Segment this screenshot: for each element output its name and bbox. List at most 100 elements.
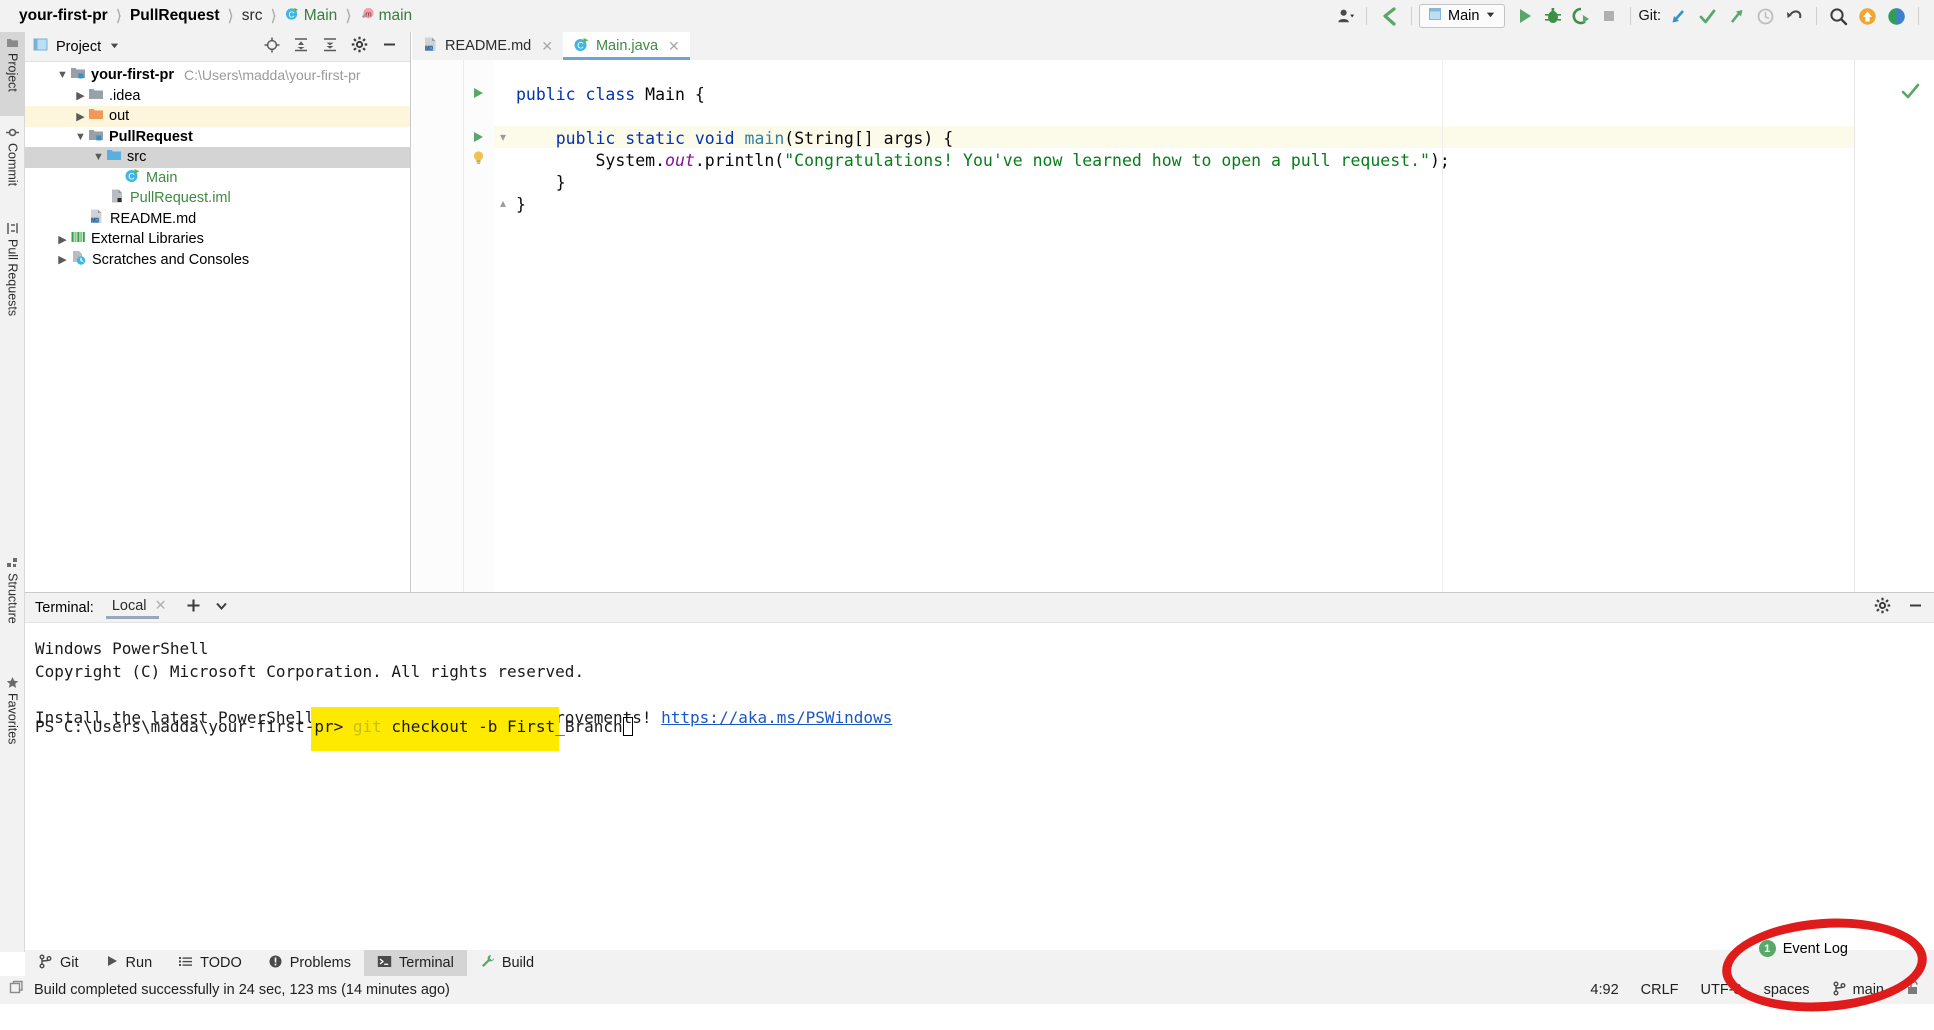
chevron-down-icon[interactable]: ▼ [91,151,106,163]
close-icon[interactable]: ✕ [668,38,680,55]
chevron-down-icon[interactable]: ▼ [55,69,70,81]
tab-label: Main.java [595,38,659,54]
chevron-right-icon[interactable]: ▶ [55,253,70,266]
code-editor[interactable]: 1 2 3 4 5 6 7 ▾ ▴ public class Main { pu… [412,60,1934,592]
terminal-output[interactable]: Windows PowerShell Copyright (C) Microso… [25,623,1934,751]
hide-icon[interactable] [381,36,398,57]
tool-button-terminal[interactable]: Terminal [364,950,467,976]
run-icon[interactable] [468,86,488,104]
git-commit-icon[interactable] [1693,3,1722,29]
git-push-icon[interactable] [1722,3,1751,29]
breadcrumb-class-label: Main [303,7,338,25]
breadcrumb-item-method[interactable]: m main [355,6,418,26]
project-tool-window: Project ▼ your-first-pr C:\Users\madda\y… [25,32,411,592]
user-account-icon[interactable] [1332,3,1359,29]
git-branch-widget[interactable]: main [1832,981,1884,1000]
event-log-button[interactable]: 1 Event Log [1758,940,1848,957]
chevron-down-icon[interactable] [109,38,120,55]
search-everywhere-icon[interactable] [1824,3,1853,29]
tree-item-scratches[interactable]: ▶ Scratches and Consoles [25,250,410,271]
project-icon [6,36,20,49]
run-icon[interactable] [468,130,488,148]
fold-region-start-icon[interactable]: ▾ [496,130,510,144]
close-icon[interactable]: ✕ [155,598,167,614]
tool-button-run[interactable]: Run [92,950,166,976]
tool-button-problems[interactable]: Problems [255,950,364,976]
sidebar-item-pull-requests[interactable]: Pull Requests [0,218,25,348]
git-branch-icon [1832,981,1847,1000]
sidebar-item-label: Structure [5,573,20,624]
navigate-back-icon[interactable] [1374,3,1404,29]
terminal-tab-local[interactable]: Local ✕ [105,598,173,619]
git-rollback-icon[interactable] [1780,3,1809,29]
line-separator[interactable]: CRLF [1641,982,1679,998]
add-tab-icon[interactable] [185,597,202,618]
chevron-down-icon[interactable] [214,598,229,617]
tool-button-todo[interactable]: TODO [165,950,255,976]
tree-item-main[interactable]: C Main [25,168,410,189]
tool-button-label: Terminal [399,955,454,971]
tab-readme-md[interactable]: MD README.md ✕ [412,32,563,60]
chevron-down-icon[interactable]: ▼ [73,131,88,143]
intention-bulb-icon[interactable] [468,150,488,170]
tool-button-label: Build [501,955,535,971]
chevron-right-icon[interactable]: ▶ [73,89,88,102]
sidebar-item-structure[interactable]: Structure [0,552,25,662]
tree-item-pullrequest-iml[interactable]: PullRequest.iml [25,188,410,209]
svg-text:m: m [365,9,371,18]
tree-item-your-first-pr[interactable]: ▼ your-first-pr C:\Users\madda\your-firs… [25,65,410,86]
run-configuration-selector[interactable]: Main [1419,4,1506,28]
tool-button-git[interactable]: Git [25,950,92,976]
favorites-star-icon [6,676,20,689]
sidebar-item-favorites[interactable]: Favorites [0,672,25,782]
breadcrumb-item-project[interactable]: your-first-pr [14,7,113,25]
chevron-right-icon[interactable]: ▶ [73,110,88,123]
powershell-link[interactable]: https://aka.ms/PSWindows [661,708,892,727]
run-with-coverage-icon[interactable] [1567,3,1595,29]
run-icon[interactable] [1505,3,1539,29]
caret-position[interactable]: 4:92 [1590,982,1618,998]
close-icon[interactable]: ✕ [541,38,553,55]
code-line-5: } [516,173,566,192]
tree-item-out[interactable]: ▶ out [25,106,410,127]
tab-main-java[interactable]: C Main.java ✕ [562,32,690,60]
ide-update-icon[interactable] [1853,3,1882,29]
build-status[interactable]: Build completed successfully in 24 sec, … [0,980,450,1000]
indent-setting[interactable]: spaces [1764,982,1810,998]
collapse-all-icon[interactable] [322,37,338,57]
ide-window: your-first-pr ⟩ PullRequest ⟩ src ⟩ C Ma… [0,0,1934,1030]
editor-markup-rail[interactable] [1854,60,1934,592]
feedback-icon[interactable] [1882,3,1911,29]
terminal-command-line[interactable]: PS C:\Users\madda\your-first-pr> git che… [35,715,633,738]
terminal-label: Terminal: [35,599,94,616]
tree-item-readme[interactable]: MD README.md [25,209,410,230]
fold-region-end-icon[interactable]: ▴ [496,196,510,210]
breadcrumb-item-src[interactable]: src [237,7,268,25]
git-update-icon[interactable] [1664,3,1693,29]
tree-item-src[interactable]: ▼ src [25,147,410,168]
tree-item-pullrequest[interactable]: ▼ PullRequest [25,127,410,148]
inspections-ok-icon[interactable] [1901,82,1920,105]
locate-file-icon[interactable] [264,37,280,57]
terminal-tool-window: Terminal: Local ✕ Windows PowerShell Cop… [25,592,1934,950]
debug-icon[interactable] [1539,3,1567,29]
file-encoding[interactable]: UTF-8 [1701,982,1742,998]
tree-item-external-libraries[interactable]: ▶ External Libraries [25,229,410,250]
hide-icon[interactable] [1907,597,1924,618]
breadcrumb-item-module[interactable]: PullRequest [125,7,225,25]
chevron-right-icon[interactable]: ▶ [55,233,70,246]
sidebar-item-project[interactable]: Project [0,32,25,116]
sidebar-item-commit[interactable]: Commit [0,122,25,214]
expand-all-icon[interactable] [293,37,309,57]
unlocked-icon[interactable] [1906,980,1922,1000]
java-method-icon: m [360,6,375,26]
gear-icon[interactable] [1874,597,1891,618]
tool-button-build[interactable]: Build [467,950,547,976]
tree-item-path: C:\Users\madda\your-first-pr [183,67,361,84]
gear-icon[interactable] [351,36,368,57]
tool-button-label: Run [125,955,153,971]
tree-item-label: .idea [109,87,141,104]
tree-item-idea[interactable]: ▶ .idea [25,86,410,107]
breadcrumb-item-class[interactable]: C Main [280,6,343,26]
toolbar-divider [1411,7,1412,25]
